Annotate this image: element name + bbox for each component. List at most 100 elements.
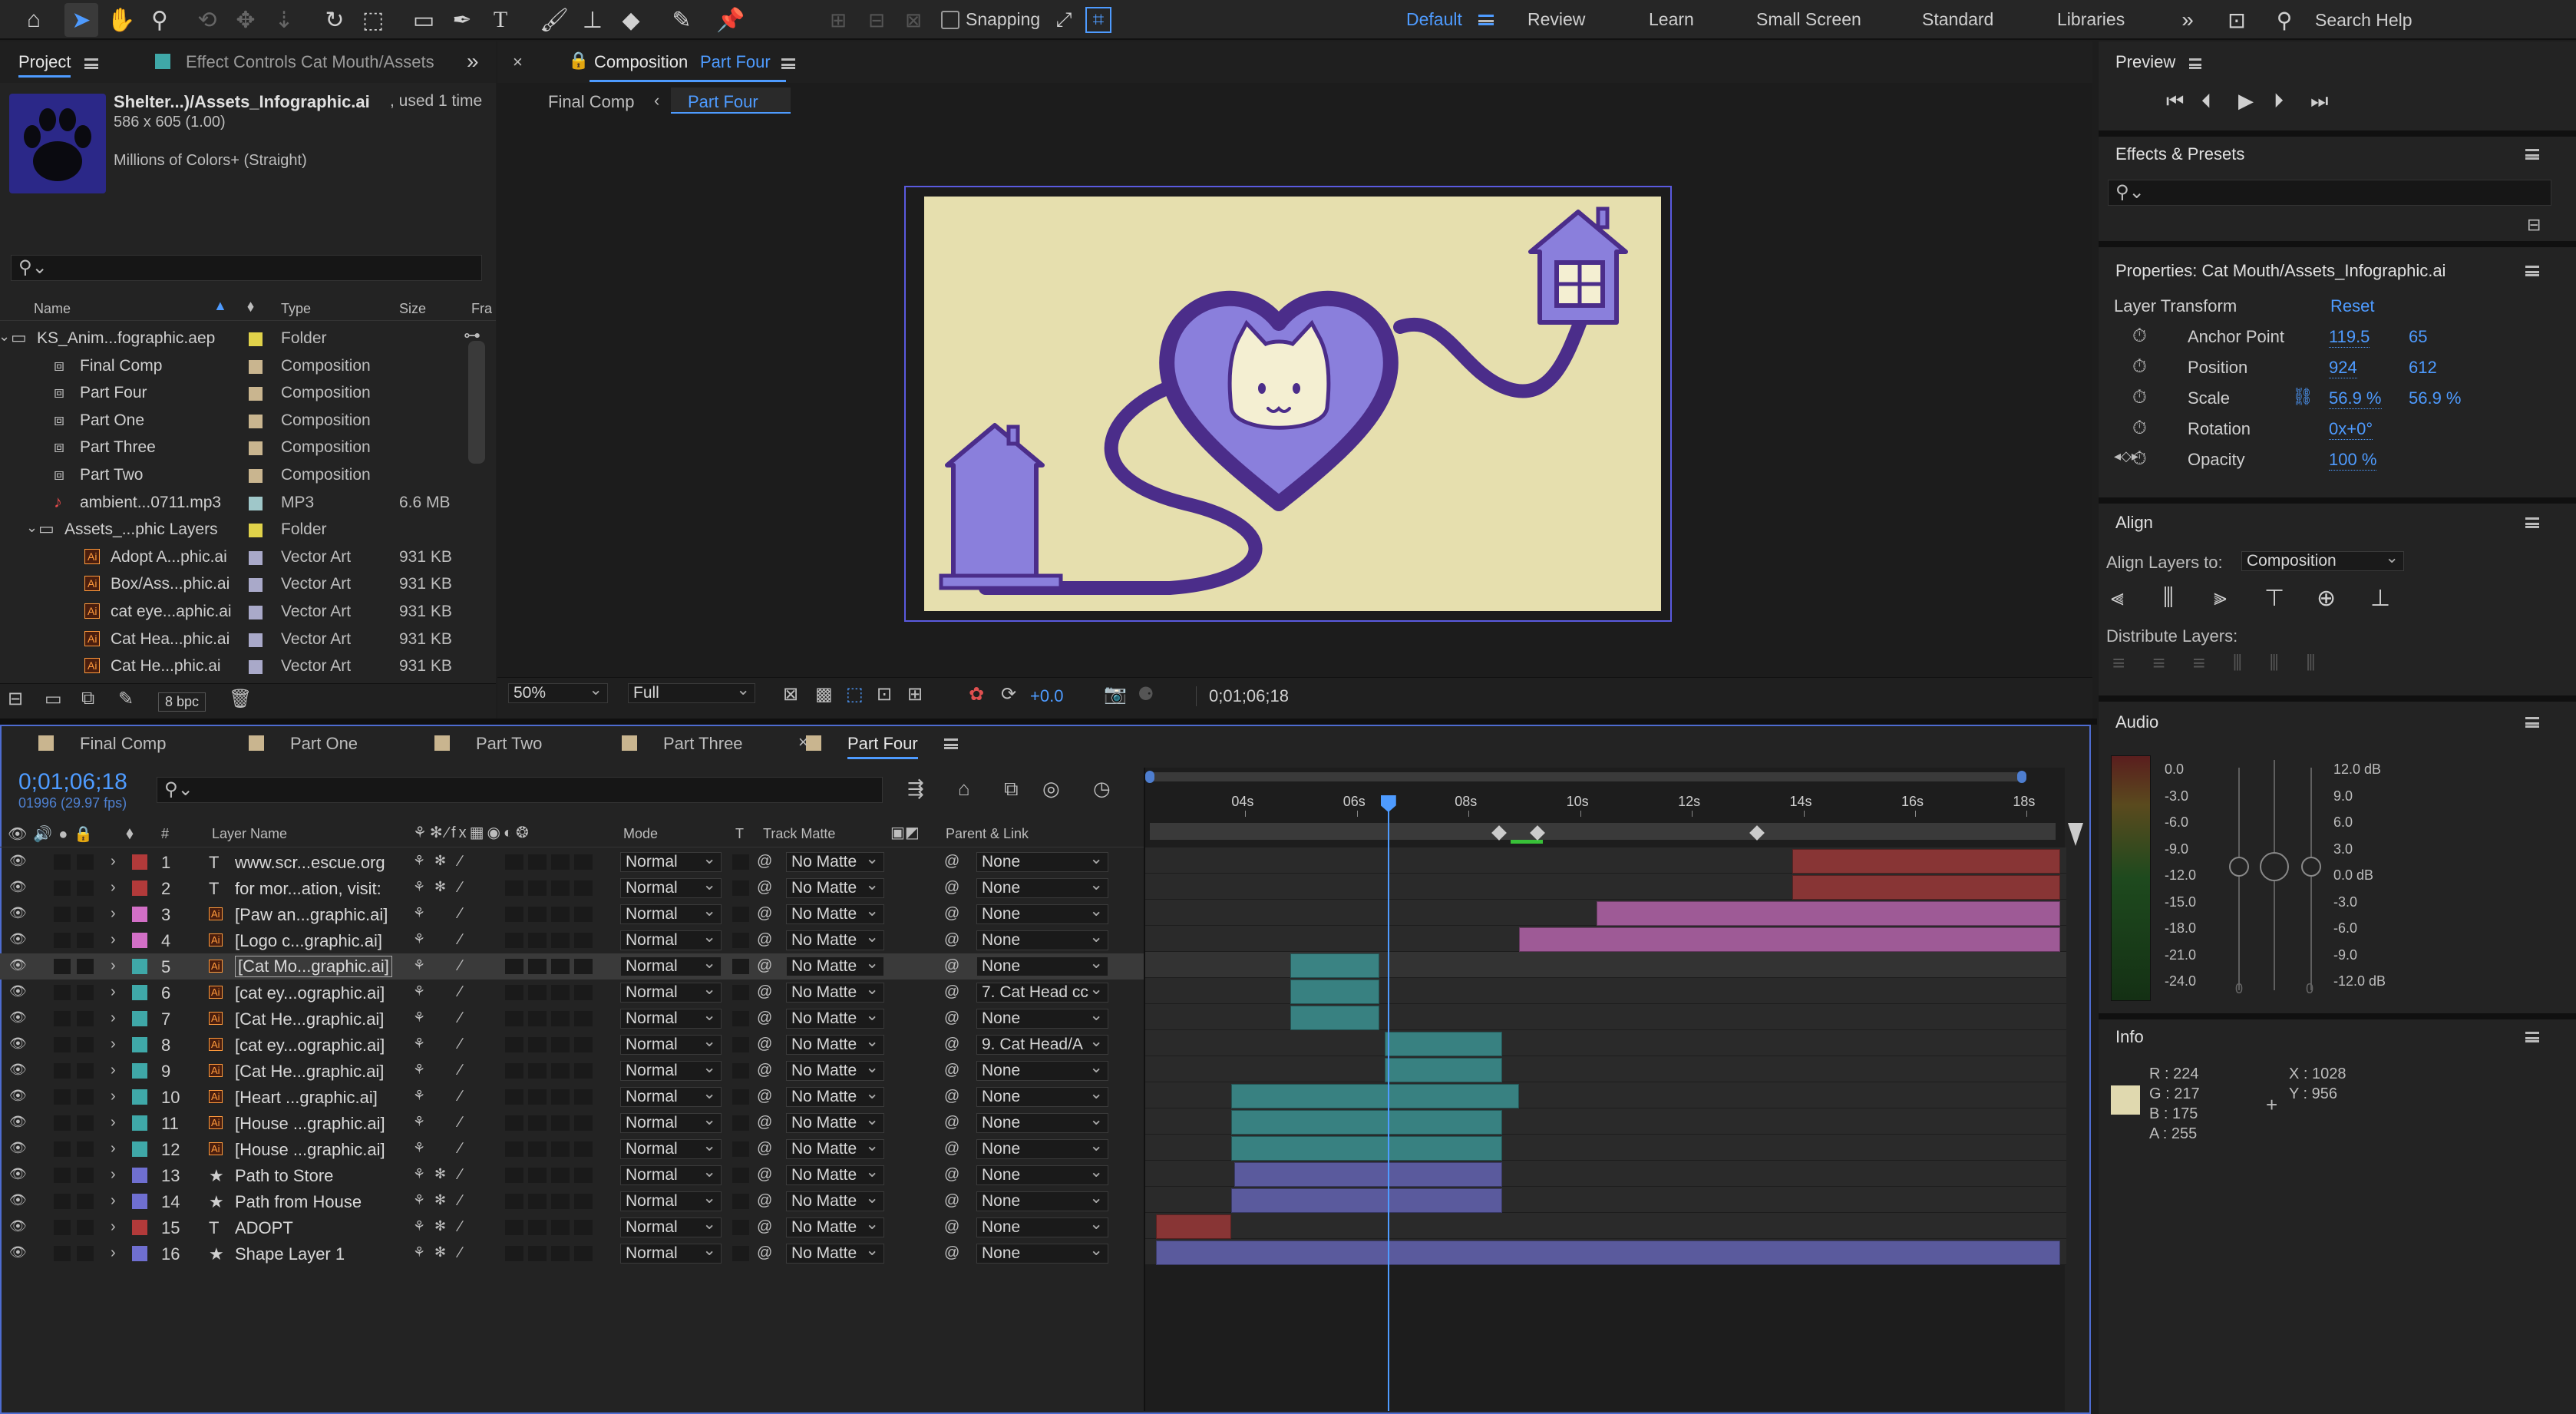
visibility-eye-icon[interactable]: 👁 xyxy=(9,1009,27,1026)
solo-box[interactable] xyxy=(54,1168,71,1183)
project-item[interactable]: Ai Cat He...phic.ai Vector Art 931 KB xyxy=(0,653,468,676)
switch-box[interactable] xyxy=(551,1011,570,1026)
layer-label-color[interactable] xyxy=(132,1194,147,1209)
layer-name[interactable]: [Cat Mo...graphic.ai] xyxy=(235,956,392,977)
switch-box[interactable] xyxy=(505,1220,523,1235)
pen-tool-icon[interactable]: ✒ xyxy=(445,3,479,37)
preserve-transparency-box[interactable] xyxy=(732,933,749,948)
align-vertical-center-icon[interactable]: ⊕ xyxy=(2317,585,2336,612)
parent-pickwhip-icon[interactable]: @ xyxy=(944,1062,959,1079)
switch-box[interactable] xyxy=(528,1194,547,1209)
solo-box[interactable] xyxy=(54,1220,71,1235)
switch-box[interactable] xyxy=(551,1115,570,1131)
mode-dropdown[interactable]: Normal xyxy=(620,1032,722,1055)
timeline-timecode[interactable]: 0;01;06;18 xyxy=(18,769,127,795)
pan-behind-tool-icon[interactable]: ⬚ xyxy=(356,3,390,37)
project-item[interactable]: ⌄ ▭ KS_Anim...fographic.aep Folder xyxy=(0,325,468,352)
snap-icon[interactable]: ⊟ xyxy=(860,3,893,37)
timeline-tab[interactable]: Part One xyxy=(290,734,358,754)
puppet-pin-tool-icon[interactable]: 📌 xyxy=(714,3,748,37)
layer-row[interactable]: 👁 › 6 Ai [cat ey...ographic.ai] ⚘ ∕ Normal @ No M… xyxy=(0,980,1144,1006)
mode-dropdown[interactable]: Normal xyxy=(620,902,722,924)
mode-dropdown[interactable]: Normal xyxy=(620,928,722,950)
parent-pickwhip-icon[interactable]: @ xyxy=(944,1192,959,1210)
lock-box[interactable] xyxy=(77,985,94,1000)
parent-dropdown[interactable]: None xyxy=(976,878,1108,898)
roto-brush-tool-icon[interactable]: ✎ xyxy=(665,3,698,37)
layer-label-color[interactable] xyxy=(132,1168,147,1183)
lock-box[interactable] xyxy=(77,933,94,948)
project-item-label-color[interactable] xyxy=(249,441,263,456)
reset-transform-button[interactable]: Reset xyxy=(2330,296,2374,316)
project-item[interactable]: ⌄ ▭ Assets_...phic Layers Folder xyxy=(0,517,468,543)
project-item-label-color[interactable] xyxy=(249,496,263,510)
channel-icon[interactable]: ✿ xyxy=(969,683,984,705)
preview-menu-icon[interactable] xyxy=(2189,58,2201,69)
timeline-tab[interactable]: Part Four xyxy=(847,734,918,759)
layer-row[interactable]: 👁 › 5 Ai [Cat Mo...graphic.ai] ⚘ ∕ Normal @ No Ma… xyxy=(0,953,1144,980)
track-matte-dropdown[interactable]: No Matte xyxy=(786,1059,884,1081)
column-type[interactable]: Type xyxy=(281,301,311,317)
matte-pickwhip-icon[interactable]: @ xyxy=(757,1009,772,1027)
project-item-label-color[interactable] xyxy=(249,660,263,675)
motion-blur-icon[interactable]: ◷ xyxy=(1093,777,1111,801)
quality-switch-icon[interactable]: ∕ xyxy=(459,905,461,923)
layer-name[interactable]: [Cat He...graphic.ai] xyxy=(235,1062,384,1082)
frame-blending-icon[interactable]: ◎ xyxy=(1042,777,1060,801)
column-name[interactable]: Name xyxy=(34,301,71,317)
align-right-icon[interactable]: ⫸ xyxy=(2214,585,2227,611)
play-icon[interactable]: ▶ xyxy=(2238,89,2254,113)
effects-menu-icon[interactable] xyxy=(2525,149,2539,160)
visibility-eye-icon[interactable]: 👁 xyxy=(9,879,27,895)
track-matte-dropdown[interactable]: No Matte xyxy=(786,1215,884,1237)
switch-box[interactable] xyxy=(505,1194,523,1209)
shy-switch-icon[interactable]: ⚘ xyxy=(413,1009,425,1026)
shy-switch-icon[interactable]: ⚘ xyxy=(413,1192,425,1208)
switch-box[interactable] xyxy=(574,1194,593,1209)
switch-box[interactable] xyxy=(551,1194,570,1209)
zoom-tool-icon[interactable]: ⚲ xyxy=(143,3,177,37)
switch-box[interactable] xyxy=(551,854,570,870)
visibility-eye-icon[interactable]: 👁 xyxy=(9,931,27,947)
quality-switch-icon[interactable]: ∕ xyxy=(459,1062,461,1079)
expand-icon[interactable]: ⌄ xyxy=(0,329,10,345)
rotate-tool-icon[interactable]: ↻ xyxy=(318,3,352,37)
new-folder-icon[interactable]: ▭ xyxy=(45,688,62,710)
project-item-label-color[interactable] xyxy=(249,469,263,483)
solo-box[interactable] xyxy=(54,985,71,1000)
preserve-transparency-box[interactable] xyxy=(732,1037,749,1052)
switch-box[interactable] xyxy=(505,1141,523,1157)
mode-dropdown[interactable]: Normal xyxy=(620,876,722,898)
property-value-1[interactable]: 119.5 xyxy=(2329,327,2370,348)
project-item-label-color[interactable] xyxy=(249,359,263,374)
layer-duration-bar[interactable] xyxy=(1156,1241,2060,1265)
align-left-icon[interactable]: ⫷ xyxy=(2111,585,2124,611)
layer-row[interactable]: 👁 › 2 Tfor mor...ation, visit: ⚘ ✻ ∕ Normal @ No … xyxy=(0,875,1144,901)
parent-pickwhip-icon[interactable]: @ xyxy=(944,1036,959,1053)
parent-pickwhip-icon[interactable]: @ xyxy=(944,1009,959,1027)
switch-box[interactable] xyxy=(574,854,593,870)
parent-pickwhip-icon[interactable]: @ xyxy=(944,1140,959,1158)
switch-box[interactable] xyxy=(551,1063,570,1079)
audio-right-knob[interactable] xyxy=(2301,857,2321,877)
composition-name[interactable]: Part Four xyxy=(700,52,771,72)
switch-box[interactable] xyxy=(551,959,570,974)
preserve-transparency-box[interactable] xyxy=(732,1220,749,1235)
layer-name[interactable]: www.scr...escue.org xyxy=(235,853,385,873)
switch-box[interactable] xyxy=(528,1141,547,1157)
switch-box[interactable] xyxy=(574,1246,593,1261)
switch-box[interactable] xyxy=(528,1037,547,1052)
layer-name[interactable]: Path from House xyxy=(235,1192,362,1212)
layer-row[interactable]: 👁 › 11 Ai [House ...graphic.ai] ⚘ ∕ Normal @ No M… xyxy=(0,1110,1144,1136)
display-icon[interactable]: ⊡ xyxy=(2220,3,2254,37)
switch-box[interactable] xyxy=(551,1246,570,1261)
project-item-label-color[interactable] xyxy=(249,606,263,619)
preserve-transparency-box[interactable] xyxy=(732,854,749,870)
preserve-transparency-box[interactable] xyxy=(732,1063,749,1079)
previous-frame-icon[interactable]: ⏴ xyxy=(2201,89,2211,114)
layer-row[interactable]: 👁 › 15 T ADOPT ⚘ ✻ ∕ Normal @ No Matte @ None xyxy=(0,1214,1144,1241)
project-item[interactable]: Ai Adopt A...phic.ai Vector Art 931 KB xyxy=(0,544,468,570)
timeline-tab[interactable]: Part Two xyxy=(476,734,542,754)
layer-duration-bar[interactable] xyxy=(1290,953,1379,978)
track-matte-dropdown[interactable]: No Matte xyxy=(786,954,884,976)
